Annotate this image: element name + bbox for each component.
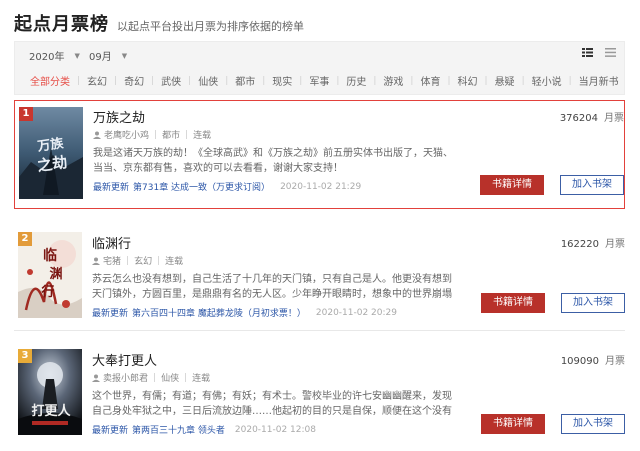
page-subtitle: 以起点平台投出月票为排序依据的榜单 [117,20,304,33]
vote-number: 109090 [560,356,599,367]
svg-text:临: 临 [43,247,57,264]
category-wuxia[interactable]: 武侠 [154,73,188,88]
book-detail-button[interactable]: 书籍详情 [480,175,544,195]
chevron-down-icon: ▼ [74,51,80,60]
category-qingxiaoshuo[interactable]: 轻小说 [525,73,569,88]
book-author[interactable]: 宅猪 [103,254,121,267]
category-xuanyi[interactable]: 悬疑 [488,73,522,88]
category-junshi[interactable]: 军事 [302,73,336,88]
add-to-shelf-button[interactable]: 加入书架 [561,293,625,313]
month-select-value: 09月 [89,52,112,63]
filter-bar: 2020年 ▼ 09月 ▼ 全部分类 | 玄幻 | 奇幻 | 武侠 | 仙侠 | 都市 | … [14,41,625,95]
book-status: 连载 [193,131,212,141]
book-detail-button[interactable]: 书籍详情 [481,414,545,434]
latest-update-label: 最新更新 [92,309,129,319]
category-xianshi[interactable]: 现实 [265,73,299,88]
update-time: 2020-11-02 12:08 [234,424,316,435]
year-select-value: 2020年 [29,52,65,63]
chevron-down-icon: ▼ [121,51,128,60]
latest-chapter-link[interactable]: 第两百三十九章 领头者 [132,423,225,436]
category-lishi[interactable]: 历史 [339,73,373,88]
book-intro: 我是这诸天万族的劫！《全球高武》和《万族之劫》前五册实体书出版了，天猫、当当、京… [93,148,453,174]
latest-update: 最新更新 第两百三十九章 领头者 2020-11-02 12:08 [92,423,452,437]
book-status: 连载 [165,257,184,267]
category-new-books[interactable]: 当月新书 [572,73,626,88]
rank-badge: 3 [18,349,32,363]
add-to-shelf-button[interactable]: 加入书架 [561,414,625,434]
book-cover[interactable]: 万族 之劫 1 [19,107,83,199]
svg-text:渊: 渊 [49,266,62,282]
list-view-icon[interactable] [605,48,616,57]
category-tiyu[interactable]: 体育 [413,73,447,88]
book-info: 临渊行 宅猪 | 玄幻 | 连载 苏云怎么也没有想到，自己生活了十几年的天门镇，… [92,233,452,319]
add-to-shelf-button[interactable]: 加入书架 [560,175,624,195]
latest-update-label: 最新更新 [93,183,130,193]
book-title[interactable]: 万族之劫 [93,107,453,126]
rank-badge: 2 [18,232,32,246]
book-meta: 宅猪 | 玄幻 | 连载 [92,254,452,267]
vote-number: 376204 [559,113,598,124]
book-cover[interactable]: 临 渊 行 2 [18,232,82,318]
book-detail-button[interactable]: 书籍详情 [481,293,545,313]
book-intro: 苏云怎么也没有想到，自己生活了十几年的天门镇，只有自己是人。他更没有想到天门镇外… [92,274,452,300]
category-xianxia[interactable]: 仙侠 [191,73,225,88]
book-list-item: 临 渊 行 2 临渊行 宅猪 | 玄幻 | 连载 苏云怎么也没有想到，自己生活了… [14,227,625,322]
book-title[interactable]: 临渊行 [92,233,452,252]
svg-text:行: 行 [40,284,54,300]
vote-unit: 月票 [604,113,624,124]
category-xuanhuan[interactable]: 玄幻 [80,73,114,88]
page-title: 起点月票榜 [14,14,109,35]
latest-chapter-link[interactable]: 第六百四十四章 魔起葬龙陵（月初求票！） [132,306,306,319]
update-time: 2020-11-02 21:29 [280,181,362,192]
author-icon [92,257,100,265]
author-icon [92,374,100,382]
vote-unit: 月票 [605,356,625,367]
latest-chapter-link[interactable]: 第731章 达成一致（万更求订阅） [133,180,270,193]
book-list-item: 万族 之劫 1 万族之劫 老鹰吃小鸡 | 都市 | 连载 我是这诸天万族的劫！《… [14,100,625,209]
book-meta: 老鹰吃小鸡 | 都市 | 连载 [93,128,453,141]
latest-update: 最新更新 第六百四十四章 魔起葬龙陵（月初求票！） 2020-11-02 20:… [92,306,452,320]
category-qihuan[interactable]: 奇幻 [117,73,151,88]
category-all[interactable]: 全部分类 [23,73,77,88]
vote-number: 162220 [560,239,599,250]
book-cover[interactable]: 打更人 3 [18,349,82,435]
category-kehuan[interactable]: 科幻 [451,73,485,88]
book-intro: 这个世界，有儒；有道；有佛；有妖；有术士。警校毕业的许七安幽幽醒来，发现自己身处… [92,391,452,417]
month-select[interactable]: 09月 ▼ [89,48,128,64]
category-dushi[interactable]: 都市 [228,73,262,88]
rank-badge: 1 [19,107,33,121]
book-meta: 卖报小郎君 | 仙侠 | 连载 [92,371,452,384]
vote-count: 376204 月票 [560,109,624,124]
category-youxi[interactable]: 游戏 [376,73,410,88]
update-time: 2020-11-02 20:29 [315,307,397,318]
divider [14,330,625,331]
vote-unit: 月票 [605,239,625,250]
author-icon [93,131,101,139]
grid-view-icon[interactable] [582,48,593,57]
svg-text:打更人: 打更人 [31,403,71,419]
latest-update: 最新更新 第731章 达成一致（万更求订阅） 2020-11-02 21:29 [93,180,453,194]
vote-count: 109090 月票 [561,352,625,367]
vote-count: 162220 月票 [561,235,625,250]
book-category[interactable]: 仙侠 [161,371,179,384]
book-list-item: 打更人 3 大奉打更人 卖报小郎君 | 仙侠 | 连载 这个世界，有儒；有道；有… [14,344,625,439]
book-title[interactable]: 大奉打更人 [92,350,452,369]
category-tabs: 全部分类 | 玄幻 | 奇幻 | 武侠 | 仙侠 | 都市 | 现实 | 军事 | 历史 | 游戏… [23,73,626,89]
book-info: 大奉打更人 卖报小郎君 | 仙侠 | 连载 这个世界，有儒；有道；有佛；有妖；有… [92,350,452,436]
book-category[interactable]: 都市 [162,128,180,141]
book-category[interactable]: 玄幻 [134,254,152,267]
latest-update-label: 最新更新 [92,426,129,436]
book-status: 连载 [192,374,211,384]
book-author[interactable]: 老鹰吃小鸡 [104,128,149,141]
book-info: 万族之劫 老鹰吃小鸡 | 都市 | 连载 我是这诸天万族的劫！《全球高武》和《万… [93,107,453,193]
view-toggle [582,48,616,57]
page-header: 起点月票榜 以起点平台投出月票为排序依据的榜单 [14,10,304,36]
year-select[interactable]: 2020年 ▼ [29,48,80,64]
book-author[interactable]: 卖报小郎君 [103,371,148,384]
